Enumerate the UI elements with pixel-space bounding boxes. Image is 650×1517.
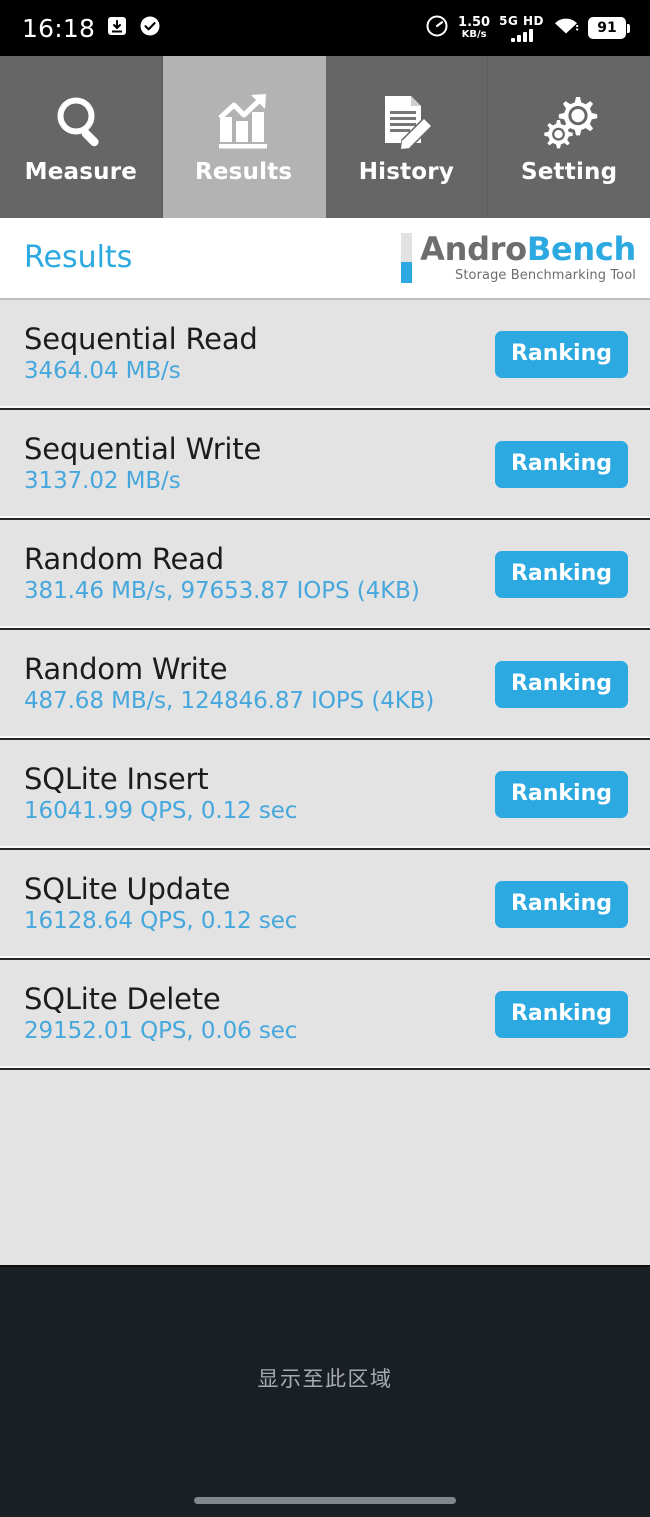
- network-speed-unit: KB/s: [461, 29, 487, 40]
- result-item-text: SQLite Delete 29152.01 QPS, 0.06 sec: [24, 981, 298, 1045]
- ranking-button[interactable]: Ranking: [494, 440, 628, 488]
- ranking-button[interactable]: Ranking: [494, 330, 628, 378]
- battery-indicator: 91: [588, 17, 630, 39]
- result-title: Random Write: [24, 651, 228, 686]
- result-title: Random Read: [24, 541, 224, 576]
- result-item-text: SQLite Update 16128.64 QPS, 0.12 sec: [24, 871, 298, 935]
- logo-word-bench: Bench: [526, 229, 636, 268]
- wifi-icon: [553, 16, 579, 41]
- tab-setting-label: Setting: [520, 158, 618, 185]
- network-speed-value: 1.50: [458, 15, 491, 30]
- result-title: SQLite Insert: [24, 761, 209, 796]
- androbench-logo: AndroBench Storage Benchmarking Tool: [401, 229, 636, 284]
- table-row[interactable]: Random Write 487.68 MB/s, 124846.87 IOPS…: [0, 630, 650, 740]
- result-value: 381.46 MB/s, 97653.87 IOPS (4KB): [24, 578, 420, 604]
- logo-word-andro: Andro: [420, 229, 527, 268]
- tab-setting[interactable]: Setting: [488, 56, 650, 218]
- ranking-button[interactable]: Ranking: [494, 990, 628, 1038]
- result-title: Sequential Read: [24, 321, 258, 356]
- bottom-overscroll-area: 显示至此区域: [0, 1265, 650, 1517]
- status-bar-right: 1.50 KB/s 5G HD 91: [425, 14, 630, 42]
- ranking-button[interactable]: Ranking: [494, 880, 628, 928]
- tab-history-label: History: [358, 158, 455, 185]
- document-pencil-icon: [375, 89, 437, 155]
- battery-percent-label: 91: [588, 17, 626, 39]
- ranking-button[interactable]: Ranking: [494, 770, 628, 818]
- table-row[interactable]: Random Read 381.46 MB/s, 97653.87 IOPS (…: [0, 520, 650, 630]
- bottom-hint-text: 显示至此区域: [257, 1367, 393, 1391]
- results-content: Sequential Read 3464.04 MB/s Ranking Seq…: [0, 300, 650, 1265]
- result-item-text: Random Write 487.68 MB/s, 124846.87 IOPS…: [24, 651, 435, 715]
- result-value: 29152.01 QPS, 0.06 sec: [24, 1018, 298, 1044]
- logo-tagline: Storage Benchmarking Tool: [454, 267, 636, 283]
- result-title: SQLite Update: [24, 871, 231, 906]
- check-circle-icon: [139, 15, 161, 41]
- result-value: 3137.02 MB/s: [24, 468, 181, 494]
- result-value: 16041.99 QPS, 0.12 sec: [24, 798, 298, 824]
- logo-accent-bar: [401, 232, 413, 284]
- page-title: Results: [24, 240, 133, 275]
- table-row[interactable]: Sequential Write 3137.02 MB/s Ranking: [0, 410, 650, 520]
- tab-measure[interactable]: Measure: [0, 56, 163, 218]
- status-bar-clock: 16:18: [22, 13, 96, 43]
- inbox-download-icon: [106, 15, 128, 41]
- ranking-button[interactable]: Ranking: [494, 660, 628, 708]
- gears-icon: [538, 89, 600, 155]
- result-title: Sequential Write: [24, 431, 262, 466]
- tab-results[interactable]: Results: [162, 56, 326, 218]
- result-value: 487.68 MB/s, 124846.87 IOPS (4KB): [24, 688, 435, 714]
- network-speed-indicator: 1.50 KB/s: [458, 16, 490, 40]
- logo-wordmark: AndroBench: [420, 229, 636, 268]
- result-item-text: Sequential Read 3464.04 MB/s: [24, 321, 258, 385]
- result-item-text: SQLite Insert 16041.99 QPS, 0.12 sec: [24, 761, 298, 825]
- tab-measure-label: Measure: [24, 158, 138, 185]
- table-row[interactable]: Sequential Read 3464.04 MB/s Ranking: [0, 300, 650, 410]
- status-bar: 16:18 1.50 KB/s 5G HD 91: [0, 0, 650, 56]
- result-value: 16128.64 QPS, 0.12 sec: [24, 908, 298, 934]
- cellular-signal-indicator: 5G HD: [499, 14, 544, 42]
- main-tab-bar: Measure Results History Setting: [0, 56, 650, 218]
- page-header: Results AndroBench Storage Benchmarking …: [0, 218, 650, 300]
- result-item-text: Random Read 381.46 MB/s, 97653.87 IOPS (…: [24, 541, 420, 605]
- result-item-text: Sequential Write 3137.02 MB/s: [24, 431, 262, 495]
- ranking-button[interactable]: Ranking: [494, 550, 628, 598]
- status-bar-left: 16:18: [22, 15, 161, 41]
- magnifier-icon: [50, 89, 112, 155]
- phone-screen: 16:18 1.50 KB/s 5G HD 91 Measure Results…: [0, 0, 650, 1517]
- table-row[interactable]: SQLite Insert 16041.99 QPS, 0.12 sec Ran…: [0, 740, 650, 850]
- table-row[interactable]: SQLite Delete 29152.01 QPS, 0.06 sec Ran…: [0, 960, 650, 1070]
- logo-text: AndroBench Storage Benchmarking Tool: [420, 229, 636, 283]
- signal-bars-icon: [510, 29, 533, 42]
- tab-history[interactable]: History: [325, 56, 489, 218]
- gesture-navigation-pill[interactable]: [194, 1497, 456, 1504]
- table-row[interactable]: SQLite Update 16128.64 QPS, 0.12 sec Ran…: [0, 850, 650, 960]
- result-title: SQLite Delete: [24, 981, 221, 1016]
- bar-chart-arrow-icon: [213, 89, 275, 155]
- results-list: Sequential Read 3464.04 MB/s Ranking Seq…: [0, 300, 650, 1070]
- battery-cap: [627, 23, 630, 33]
- network-type-label: 5G HD: [499, 14, 544, 28]
- speedometer-icon: [425, 14, 449, 42]
- tab-results-label: Results: [194, 158, 293, 185]
- result-value: 3464.04 MB/s: [24, 358, 181, 384]
